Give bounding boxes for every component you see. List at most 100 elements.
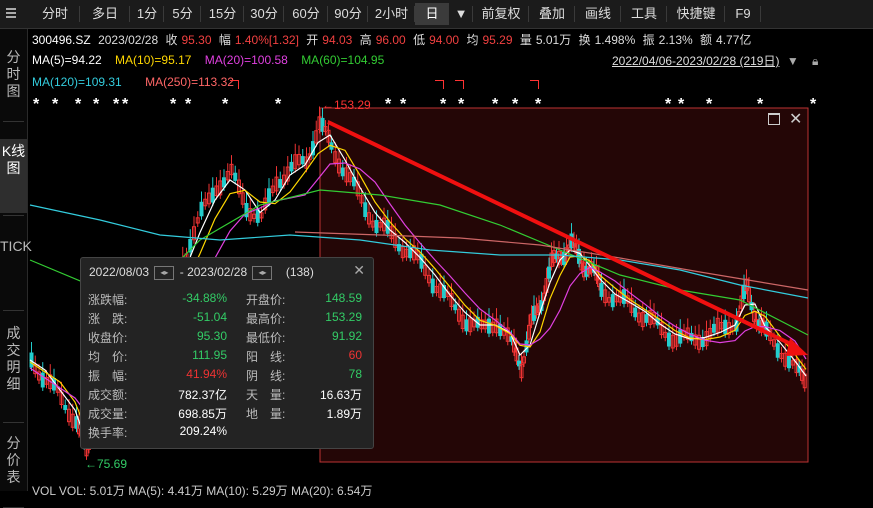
toolbar-item-6[interactable]: 60分 xyxy=(284,3,328,25)
candle-body xyxy=(282,174,286,186)
event-star-marker[interactable]: * xyxy=(122,96,128,114)
toolbar-item-4[interactable]: 15分 xyxy=(201,3,244,25)
sidebar-divider xyxy=(3,121,24,122)
event-flag-marker[interactable] xyxy=(455,80,464,89)
toolbar-item-2[interactable]: 1分 xyxy=(130,3,164,25)
toolbar-item-13[interactable]: 画线 xyxy=(575,3,621,25)
chevron-down-icon[interactable]: ▼ xyxy=(787,54,799,68)
toolbar-item-5[interactable]: 30分 xyxy=(244,3,284,25)
stat-value: 78 xyxy=(348,367,362,381)
candle-body xyxy=(415,250,420,261)
sidebar-tab-3[interactable]: 成交明细 xyxy=(0,321,27,420)
event-star-marker[interactable]: * xyxy=(440,96,446,114)
event-flag-marker[interactable] xyxy=(230,80,239,89)
high-price-label: ←153.29 xyxy=(322,98,371,112)
event-star-marker[interactable]: * xyxy=(512,96,518,114)
event-star-marker[interactable]: * xyxy=(706,96,712,114)
event-star-marker[interactable]: * xyxy=(52,96,58,114)
candle-body xyxy=(460,314,465,330)
event-star-marker[interactable]: * xyxy=(665,96,671,114)
close-icon[interactable]: ✕ xyxy=(789,109,802,129)
sidebar-tab-1[interactable]: K线图 xyxy=(0,139,27,213)
event-star-marker[interactable]: * xyxy=(757,96,763,114)
candle-body xyxy=(625,295,630,304)
candle-body xyxy=(285,166,290,182)
candle-body xyxy=(445,291,450,297)
stat-value: 209.24% xyxy=(179,424,227,438)
event-star-marker[interactable]: * xyxy=(810,96,816,114)
maximize-icon[interactable] xyxy=(768,113,780,125)
candle-body xyxy=(502,328,506,336)
candle-body xyxy=(592,265,596,273)
close-icon[interactable]: ✕ xyxy=(353,262,365,279)
sidebar-tab-0[interactable]: 分时图 xyxy=(0,45,27,119)
sidebar-tab-4[interactable]: 分价表 xyxy=(0,431,27,505)
candle-body xyxy=(678,329,683,344)
candle-body xyxy=(768,329,773,342)
event-star-marker[interactable]: * xyxy=(535,96,541,114)
candle-body xyxy=(800,368,804,381)
event-star-marker[interactable]: * xyxy=(170,96,176,114)
ma250-label: MA(250)=113.32 xyxy=(145,75,234,89)
event-star-marker[interactable]: * xyxy=(400,96,406,114)
event-star-marker[interactable]: * xyxy=(33,96,39,114)
toolbar-item-14[interactable]: 工具 xyxy=(621,3,667,25)
toolbar-item-1[interactable]: 多日 xyxy=(80,3,130,25)
candle-body xyxy=(367,212,371,225)
candle-body xyxy=(427,274,431,284)
candle-body xyxy=(614,295,619,303)
candle-body xyxy=(727,322,731,335)
toolbar-item-3[interactable]: 5分 xyxy=(164,3,201,25)
candle-body xyxy=(359,195,364,204)
event-star-marker[interactable]: * xyxy=(492,96,498,114)
candle-body xyxy=(233,172,238,181)
candle-body xyxy=(663,331,668,338)
candle-body xyxy=(539,300,544,312)
stat-label: 振 幅: xyxy=(88,369,128,383)
event-star-marker[interactable]: * xyxy=(458,96,464,114)
stat-value: 60 xyxy=(348,348,362,362)
candle-body xyxy=(542,292,546,302)
event-flag-marker[interactable] xyxy=(435,80,444,89)
toolbar-item-10[interactable]: ▼ xyxy=(449,3,473,25)
candle-body xyxy=(547,266,551,279)
stat-label: 涨跌幅: xyxy=(88,293,128,307)
candle-body xyxy=(311,141,315,156)
toolbar-item-8[interactable]: 2小时 xyxy=(368,3,415,25)
candle-body xyxy=(659,322,664,336)
ma-row-2: MA(120)=109.31 MA(250)=113.32 xyxy=(32,75,234,89)
event-star-marker[interactable]: * xyxy=(678,96,684,114)
candle-body xyxy=(744,278,749,291)
candle-body xyxy=(719,322,724,330)
event-star-marker[interactable]: * xyxy=(275,96,281,114)
event-star-marker[interactable]: * xyxy=(185,96,191,114)
event-star-marker[interactable]: * xyxy=(222,96,228,114)
candle-body xyxy=(188,238,193,253)
low-price-label: ←75.69 xyxy=(85,457,128,471)
candle-body xyxy=(419,253,424,269)
toolbar-item-7[interactable]: 90分 xyxy=(328,3,368,25)
lock-icon[interactable]: 🔒︎ xyxy=(812,54,818,68)
stat-value: 1.89万 xyxy=(326,407,362,421)
toolbar-item-9[interactable]: 日 xyxy=(415,3,449,25)
menu-icon[interactable] xyxy=(6,8,16,10)
event-star-marker[interactable]: * xyxy=(113,96,119,114)
candle-body xyxy=(629,297,634,313)
toolbar-item-16[interactable]: F9 xyxy=(725,3,761,25)
event-star-marker[interactable]: * xyxy=(93,96,99,114)
candle-body xyxy=(524,340,529,353)
toolbar-item-12[interactable]: 叠加 xyxy=(529,3,575,25)
event-star-marker[interactable]: * xyxy=(75,96,81,114)
sidebar-tab-2[interactable]: TICK xyxy=(0,234,32,308)
date-range[interactable]: 2022/04/06-2023/02/28 (219日) ▼ 🔒︎ xyxy=(612,52,818,69)
event-star-marker[interactable]: * xyxy=(385,96,391,114)
toolbar-item-15[interactable]: 快捷键 xyxy=(667,3,725,25)
event-flag-marker[interactable] xyxy=(530,80,539,89)
toolbar-item-0[interactable]: 分时 xyxy=(30,3,80,25)
toolbar-item-11[interactable]: 前复权 xyxy=(473,3,529,25)
start-date-stepper[interactable]: ◂▸ xyxy=(154,265,175,280)
avg-price: 95.29 xyxy=(482,33,513,47)
candle-body xyxy=(240,192,245,205)
candle-body xyxy=(772,339,776,347)
end-date-stepper[interactable]: ◂▸ xyxy=(252,265,273,280)
